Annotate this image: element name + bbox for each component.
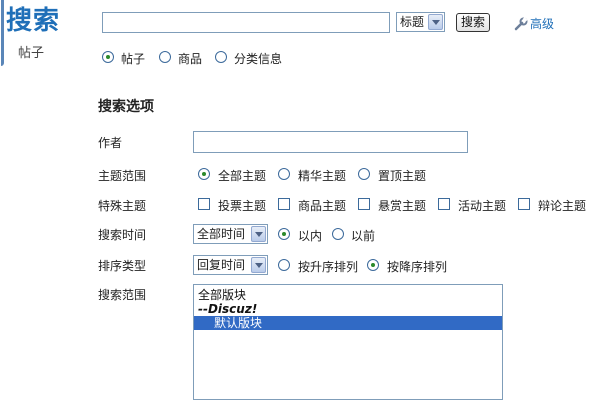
search-time-value: 全部时间 [197, 227, 246, 241]
topic-range-label-digest: 精华主题 [298, 169, 347, 183]
wrench-icon [514, 17, 528, 31]
sort-label-desc: 按降序排列 [387, 260, 448, 274]
sort-radio-desc[interactable] [367, 259, 379, 271]
chevron-down-icon [251, 226, 266, 242]
sort-type-select[interactable]: 回复时间 [193, 255, 268, 275]
sidebar-title: 搜索 [6, 6, 61, 36]
forum-option-default[interactable]: 默认版块 [194, 316, 502, 330]
chevron-down-icon [251, 257, 266, 273]
advanced-search-link[interactable]: 高级 [514, 15, 554, 32]
time-label-before: 以前 [351, 229, 376, 243]
special-label-poll: 投票主题 [218, 199, 267, 213]
topic-range-label: 主题范围 [98, 169, 147, 183]
search-time-select[interactable]: 全部时间 [193, 224, 268, 244]
forum-option-group-discuz: --Discuz! [198, 302, 258, 316]
topic-range-radio-all[interactable] [198, 168, 210, 180]
sidebar-accent-bar [0, 0, 4, 66]
special-checkbox-poll[interactable] [198, 198, 210, 210]
topic-range-radio-sticky[interactable] [358, 168, 370, 180]
scope-radio-posts[interactable] [102, 51, 114, 63]
forum-listbox[interactable]: 全部版块 --Discuz! 默认版块 [193, 284, 503, 400]
author-input[interactable] [193, 131, 468, 153]
chevron-down-icon [428, 14, 443, 30]
scope-label-posts: 帖子 [121, 52, 146, 66]
search-button[interactable]: 搜索 [456, 13, 490, 32]
topic-range-label-all: 全部主题 [218, 169, 267, 183]
special-label-reward: 悬赏主题 [378, 199, 427, 213]
sort-type-label: 排序类型 [98, 259, 147, 273]
special-checkbox-goods[interactable] [278, 198, 290, 210]
forum-option-all[interactable]: 全部版块 [194, 288, 502, 302]
special-label-debate: 辩论主题 [538, 199, 587, 213]
special-checkbox-activity[interactable] [438, 198, 450, 210]
special-label-goods: 商品主题 [298, 199, 347, 213]
sort-radio-asc[interactable] [278, 259, 290, 271]
scope-label-classified: 分类信息 [234, 52, 283, 66]
forum-range-label: 搜索范围 [98, 288, 147, 302]
time-label-within: 以内 [298, 229, 323, 243]
special-topic-label: 特殊主题 [98, 199, 147, 213]
sort-type-value: 回复时间 [197, 258, 246, 272]
author-label: 作者 [98, 136, 123, 150]
search-type-value: 标题 [400, 15, 425, 29]
search-input[interactable] [102, 12, 390, 33]
sort-label-asc: 按升序排列 [298, 260, 359, 274]
search-type-select[interactable]: 标题 [396, 12, 445, 32]
scope-radio-goods[interactable] [159, 51, 171, 63]
time-radio-before[interactable] [332, 228, 344, 240]
scope-label-goods: 商品 [178, 52, 203, 66]
topic-range-label-sticky: 置顶主题 [378, 169, 427, 183]
topic-range-radio-digest[interactable] [278, 168, 290, 180]
time-radio-within[interactable] [278, 228, 290, 240]
special-label-activity: 活动主题 [458, 199, 507, 213]
scope-radio-classified[interactable] [215, 51, 227, 63]
special-checkbox-reward[interactable] [358, 198, 370, 210]
search-time-label: 搜索时间 [98, 228, 147, 242]
section-title: 搜索选项 [98, 99, 154, 115]
special-checkbox-debate[interactable] [518, 198, 530, 210]
advanced-label: 高级 [530, 17, 555, 31]
sidebar-item-posts[interactable]: 帖子 [18, 42, 44, 61]
